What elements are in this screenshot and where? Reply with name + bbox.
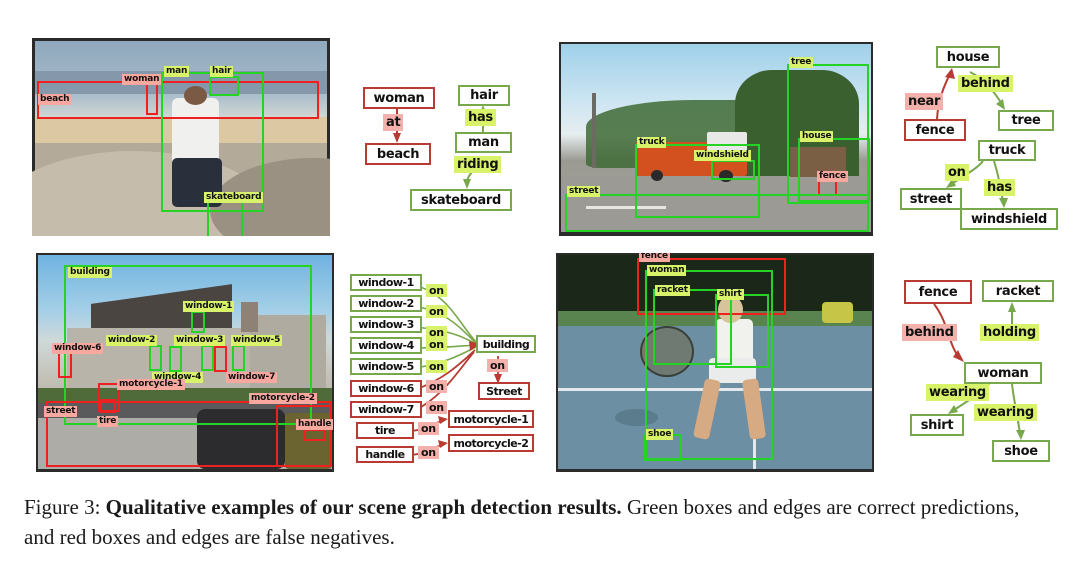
foreground-motorcycle (196, 409, 285, 469)
boxlabel-window-7: window-7 (226, 372, 278, 383)
boxlabel-house: house (800, 131, 834, 142)
boxlabel-motorcycle-1: motorcycle-1 (117, 379, 185, 390)
boxlabel-tire: tire (97, 416, 119, 427)
example-building-graph: window-1 window-2 window-3 window-4 wind… (348, 272, 538, 472)
node-shoe[interactable]: shoe (992, 440, 1050, 462)
edge-near[interactable]: near (905, 93, 944, 110)
node-man[interactable]: man (455, 132, 512, 153)
figure-caption: Figure 3: Qualitative examples of our sc… (24, 492, 1054, 552)
boxlabel-window-1: window-1 (183, 301, 235, 312)
utility-pole (592, 92, 597, 169)
example-skateboard-graph: woman beach hair man skateboard at has r… (355, 85, 535, 230)
edge-on-window-5[interactable]: on (426, 360, 447, 373)
node-shirt[interactable]: shirt (910, 414, 964, 436)
node-tree[interactable]: tree (998, 110, 1054, 131)
boxlabel-tree: tree (789, 57, 814, 68)
node-hair[interactable]: hair (458, 85, 510, 106)
edge-behind[interactable]: behind (958, 75, 1013, 92)
node-woman[interactable]: woman (363, 87, 435, 109)
node-skateboard[interactable]: skateboard (410, 189, 512, 211)
boxlabel-windshield: windshield (694, 150, 751, 161)
boxlabel-fence: fence (639, 253, 670, 262)
edge-riding[interactable]: riding (454, 156, 502, 173)
racket-head (639, 325, 694, 377)
example-tennis-graph: fence racket woman shirt shoe behind hol… (896, 278, 1071, 468)
node-street[interactable]: Street (478, 382, 530, 400)
chimney (240, 302, 259, 333)
node-tire[interactable]: tire (356, 422, 414, 439)
node-street[interactable]: street (900, 188, 962, 210)
boxlabel-racket: racket (655, 285, 690, 296)
node-fence[interactable]: fence (904, 280, 972, 304)
node-windshield[interactable]: windshield (960, 208, 1058, 230)
boxlabel-street: street (567, 186, 601, 197)
boxlabel-woman: woman (122, 74, 162, 85)
node-handle[interactable]: handle (356, 446, 414, 463)
boxlabel-beach: beach (38, 94, 72, 105)
node-window-6[interactable]: window-6 (350, 380, 422, 397)
tennis-scene (558, 255, 872, 469)
node-window-4[interactable]: window-4 (350, 337, 422, 354)
edge-on-window-4[interactable]: on (426, 338, 447, 351)
node-motorcycle-1[interactable]: motorcycle-1 (448, 410, 534, 428)
edge-on-window-2[interactable]: on (426, 305, 447, 318)
edge-on-window-7[interactable]: on (426, 401, 447, 414)
boxlabel-building: building (68, 267, 112, 278)
boxlabel-hair: hair (210, 66, 234, 77)
node-window-3[interactable]: window-3 (350, 316, 422, 333)
example-building-photo: building window-1 window-2 window-3 wind… (36, 253, 334, 472)
node-window-2[interactable]: window-2 (350, 295, 422, 312)
node-beach[interactable]: beach (365, 143, 431, 165)
node-racket[interactable]: racket (982, 280, 1054, 302)
caption-label: Figure 3: (24, 495, 101, 519)
boxlabel-motorcycle-2: motorcycle-2 (249, 393, 317, 404)
boxlabel-fence: fence (817, 171, 848, 182)
boxlabel-street: street (44, 406, 78, 417)
road-surface (561, 175, 871, 232)
node-window-5[interactable]: window-5 (350, 358, 422, 375)
boxlabel-window-2: window-2 (106, 335, 158, 346)
edge-behind[interactable]: behind (902, 324, 957, 341)
node-motorcycle-2[interactable]: motorcycle-2 (448, 434, 534, 452)
boxlabel-shirt: shirt (717, 289, 744, 300)
boxlabel-truck: truck (637, 137, 667, 148)
boxlabel-window-6: window-6 (52, 343, 104, 354)
boxlabel-handle: handle (296, 419, 334, 430)
boxlabel-shoe: shoe (646, 429, 674, 440)
edge-holding[interactable]: holding (980, 324, 1039, 341)
edge-on-window-6[interactable]: on (426, 380, 447, 393)
caption-bold: Qualitative examples of our scene graph … (105, 495, 622, 519)
node-building[interactable]: building (476, 335, 536, 353)
edge-on-truck-street[interactable]: on (945, 164, 969, 181)
edge-on-handle-motorcycle-2[interactable]: on (418, 446, 439, 459)
edge-at[interactable]: at (383, 114, 404, 131)
boxlabel-man: man (164, 66, 190, 77)
example-tennis-photo: fence woman racket shirt shoe (556, 253, 874, 472)
node-fence[interactable]: fence (904, 119, 966, 141)
node-house[interactable]: house (936, 46, 1000, 68)
boxlabel-skateboard: skateboard (204, 192, 264, 203)
boxlabel-window-3: window-3 (174, 335, 226, 346)
edge-on-building-street[interactable]: on (487, 359, 508, 372)
node-window-7[interactable]: window-7 (350, 401, 422, 418)
ball-basket (821, 302, 854, 324)
figure-3-root: woman beach man hair skateboard woman be… (0, 0, 1080, 585)
edge-wearing-shirt[interactable]: wearing (926, 384, 989, 401)
edge-has[interactable]: has (465, 109, 496, 126)
node-woman[interactable]: woman (964, 362, 1042, 384)
road-line (585, 205, 667, 210)
edge-on-window-1[interactable]: on (426, 284, 447, 297)
boxlabel-woman: woman (647, 265, 687, 276)
node-truck[interactable]: truck (978, 140, 1036, 161)
example-skateboard-photo: woman beach man hair skateboard (32, 38, 330, 236)
edge-wearing-shoe[interactable]: wearing (974, 404, 1037, 421)
example-truck-photo: tree house truck windshield street fence (559, 42, 873, 236)
node-window-1[interactable]: window-1 (350, 274, 422, 291)
edge-on-tire-motorcycle-1[interactable]: on (418, 422, 439, 435)
building-scene (38, 255, 332, 469)
example-truck-graph: house tree fence truck street windshield… (898, 46, 1068, 236)
edge-has-windshield[interactable]: has (984, 179, 1015, 196)
boxlabel-window-5: window-5 (231, 335, 283, 346)
